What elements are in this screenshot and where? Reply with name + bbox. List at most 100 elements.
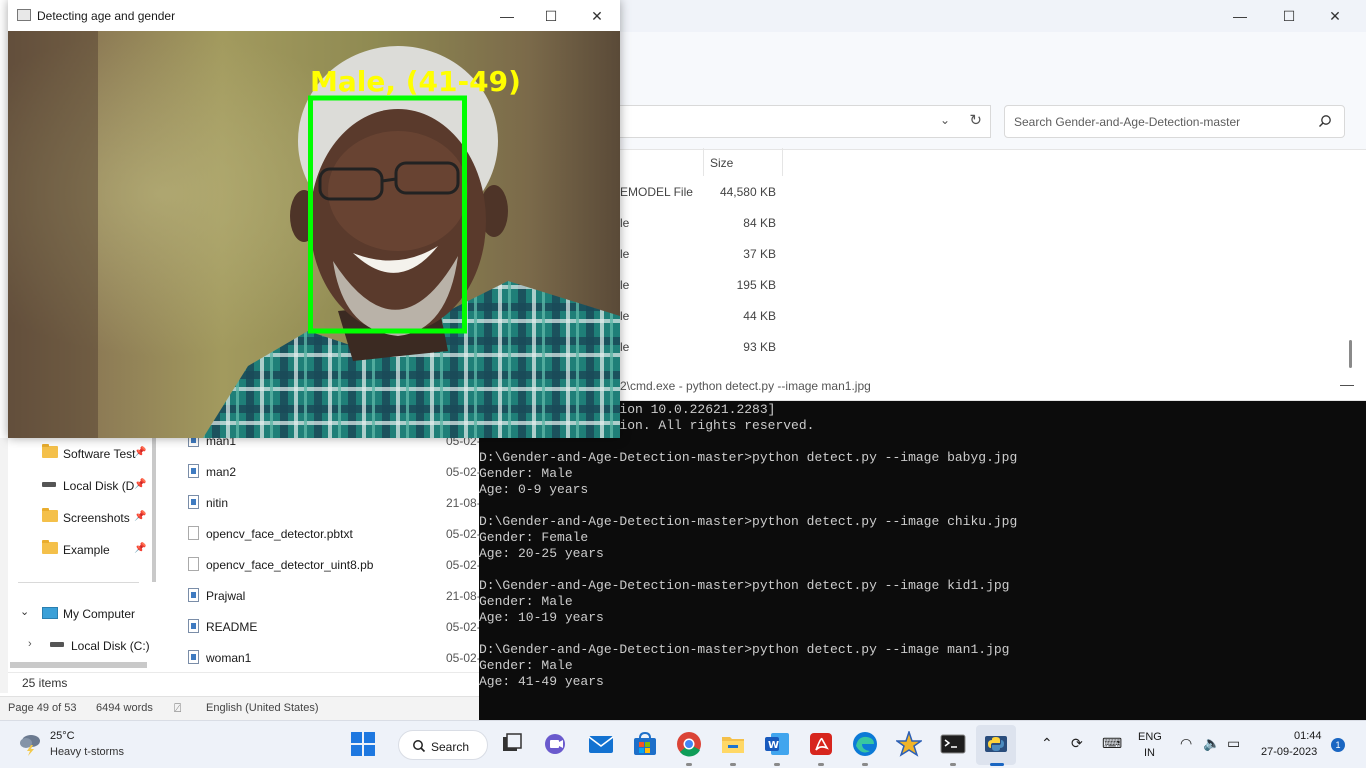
cmd-title: 2\cmd.exe - python detect.py --image man…: [620, 379, 871, 393]
file-size: 37 KB: [743, 247, 776, 261]
store-icon[interactable]: [632, 731, 658, 757]
file-type: le: [620, 247, 630, 261]
file-explorer-icon[interactable]: [720, 731, 746, 757]
terminal-icon[interactable]: [940, 731, 966, 757]
keyboard-icon[interactable]: ⌨: [1102, 735, 1122, 752]
keyboard-region[interactable]: IN: [1144, 747, 1155, 759]
nav-item-software-test[interactable]: Software Test 📌: [8, 439, 158, 467]
notification-badge[interactable]: 1: [1331, 738, 1345, 752]
nav-item-screenshots[interactable]: Screenshots 📌: [8, 503, 158, 531]
list-item[interactable]: opencv_face_detector_uint8.pb 05-02-: [188, 550, 481, 578]
nav-divider: [18, 582, 139, 583]
document-file-icon: [188, 526, 199, 540]
list-item[interactable]: opencv_face_detector.pbtxt 05-02-: [188, 519, 481, 547]
word-icon[interactable]: W: [764, 731, 790, 757]
close-button[interactable]: ✕: [574, 0, 620, 32]
cmd-line: Gender: Male: [479, 594, 573, 609]
list-item[interactable]: README 05-02-: [188, 612, 481, 640]
cmd-output[interactable]: [Version 10.0.22621.2283] poration. All …: [479, 401, 1366, 720]
maximize-button[interactable]: ☐: [1266, 0, 1312, 32]
status-bar: 25 items: [8, 672, 480, 693]
nav-item-local-disk-d[interactable]: Local Disk (D 📌: [8, 471, 158, 499]
app-star-icon[interactable]: [896, 731, 922, 757]
file-type: le: [620, 309, 630, 323]
chrome-icon[interactable]: [676, 731, 702, 757]
cmd-line: Gender: Male: [479, 658, 573, 673]
storm-cloud-icon[interactable]: [18, 731, 44, 757]
maximize-button[interactable]: ☐: [528, 0, 574, 32]
active-indicator: [990, 763, 1004, 766]
search-icon: [413, 740, 426, 753]
list-item[interactable]: man2 05-02-: [188, 457, 481, 485]
document-file-icon: [188, 557, 199, 571]
nav-item-my-computer[interactable]: ⌄ My Computer: [8, 599, 158, 627]
clock-date[interactable]: 27-09-2023: [1261, 746, 1317, 758]
nav-item-example[interactable]: Example 📌: [8, 535, 158, 563]
cmd-line: Age: 10-19 years: [479, 610, 604, 625]
chevron-down-icon[interactable]: ⌄: [20, 605, 29, 618]
svg-text:W: W: [768, 740, 779, 751]
chevron-down-icon[interactable]: ⌄: [940, 113, 950, 127]
search-icon[interactable]: [1318, 114, 1332, 128]
list-item[interactable]: nitin 21-08-: [188, 488, 481, 516]
minimize-button[interactable]: —: [1340, 376, 1354, 392]
chevron-up-icon[interactable]: ⌃: [1041, 735, 1053, 752]
pin-icon: 📌: [134, 511, 147, 522]
cmd-line: Age: 0-9 years: [479, 482, 589, 497]
acrobat-icon[interactable]: [808, 731, 834, 757]
computer-icon: [42, 607, 58, 619]
weather-description[interactable]: Heavy t-storms: [50, 746, 124, 758]
task-view-icon[interactable]: [499, 731, 525, 757]
scrollbar-thumb[interactable]: [1349, 340, 1352, 368]
running-indicator: [950, 763, 956, 766]
clock-time[interactable]: 01:44: [1294, 730, 1322, 742]
file-size: 44,580 KB: [719, 185, 776, 199]
cmd-line: D:\Gender-and-Age-Detection-master>pytho…: [479, 642, 1010, 657]
column-header-size[interactable]: Size: [703, 148, 783, 176]
file-size: 93 KB: [743, 340, 776, 354]
list-item[interactable]: Prajwal 21-08-: [188, 581, 481, 609]
language-indicator[interactable]: ENG: [1138, 731, 1162, 743]
address-bar[interactable]: ⌄ ↻: [620, 105, 991, 138]
image-window[interactable]: Detecting age and gender — ☐ ✕ Male, (41…: [8, 0, 620, 438]
edge-icon[interactable]: [852, 731, 878, 757]
image-window-titlebar[interactable]: Detecting age and gender — ☐ ✕: [8, 0, 620, 31]
pin-icon: 📌: [134, 479, 147, 490]
nav-scrollbar[interactable]: [152, 438, 156, 582]
app-icon: [17, 9, 31, 21]
weather-temperature[interactable]: 25°C: [50, 730, 75, 742]
minimize-button[interactable]: —: [484, 0, 530, 32]
search-input[interactable]: Search Gender-and-Age-Detection-master: [1004, 105, 1345, 138]
refresh-icon[interactable]: ↻: [969, 111, 982, 129]
sync-icon[interactable]: ⟳: [1071, 735, 1083, 752]
battery-icon[interactable]: ▭: [1227, 735, 1240, 752]
cmd-line: D:\Gender-and-Age-Detection-master>pytho…: [479, 450, 1018, 465]
chevron-right-icon[interactable]: ›: [28, 638, 32, 650]
word-count[interactable]: 6494 words: [96, 702, 153, 714]
meet-icon[interactable]: [543, 731, 569, 757]
python-file-icon: [188, 588, 199, 602]
volume-icon[interactable]: 🔈: [1203, 735, 1220, 752]
cmd-line: Age: 20-25 years: [479, 546, 604, 561]
minimize-button[interactable]: —: [1217, 0, 1263, 32]
nav-horizontal-scrollbar[interactable]: [10, 662, 147, 668]
close-button[interactable]: ✕: [1312, 0, 1358, 32]
folder-icon: [42, 508, 58, 522]
cmd-line: D:\Gender-and-Age-Detection-master>pytho…: [479, 578, 1010, 593]
taskbar-search[interactable]: Search: [398, 730, 488, 760]
list-item[interactable]: woman1 05-02-: [188, 643, 481, 671]
cmd-line: [479, 626, 1366, 642]
nav-item-local-disk-c[interactable]: › Local Disk (C:): [8, 631, 158, 659]
page-count[interactable]: Page 49 of 53: [8, 702, 77, 714]
start-icon[interactable]: [350, 731, 376, 757]
file-type: le: [620, 278, 630, 292]
python-file-icon: [188, 650, 199, 664]
python-icon[interactable]: [983, 731, 1009, 757]
mail-icon[interactable]: [588, 731, 614, 757]
wifi-icon[interactable]: ◠: [1180, 735, 1192, 752]
language-indicator[interactable]: English (United States): [206, 702, 319, 714]
accessibility-icon[interactable]: ⍁: [174, 701, 181, 716]
folder-icon: [42, 444, 58, 458]
pin-icon: 📌: [134, 543, 147, 554]
cmd-line: [479, 562, 1366, 578]
